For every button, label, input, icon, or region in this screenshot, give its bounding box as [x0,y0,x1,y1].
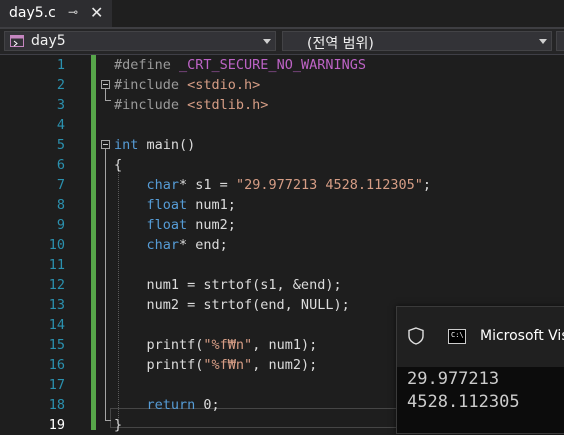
code-token: main() [138,137,196,153]
code-token: num1; [187,197,236,213]
line-number: 10 [48,237,65,253]
pin-icon[interactable]: ⊸ [68,5,78,19]
line-number: 1 [56,57,65,73]
line-number: 19 [48,417,65,433]
code-token: printf( [114,357,204,373]
code-line: printf("%f₩n", num2); [114,355,318,375]
code-token: 0; [195,397,220,413]
console-output-line: 4528.112305 [407,392,520,412]
code-token: } [114,417,123,433]
code-line: #define _CRT_SECURE_NO_WARNINGS [114,55,366,75]
scope-dropdown[interactable]: (전역 범위) [282,31,552,52]
code-line: float num2; [114,215,236,235]
code-token: ; [422,177,432,193]
code-token: "%f₩n" [203,357,253,373]
tab-day5-c[interactable]: day5.c ⊸ ✕ [0,0,112,28]
line-number: 6 [56,157,65,173]
navigation-bar: day5 (전역 범위) [0,29,564,55]
line-number: 15 [48,337,65,353]
line-number: 12 [48,277,65,293]
collapse-icon[interactable] [101,80,110,89]
line-number: 18 [48,397,65,413]
code-line: #include <stdio.h> [114,75,260,95]
code-token: float [146,197,188,213]
line-number: 5 [56,137,65,153]
code-token: #include [114,97,188,113]
project-icon [10,35,24,47]
outline-line [105,149,106,420]
outline-end [105,420,111,421]
code-line: char* s1 = "29.977213 4528.112305"; [114,175,432,195]
code-line: } [114,415,122,435]
line-number: 7 [56,177,65,193]
code-line: #include <stdlib.h> [114,95,268,115]
code-token: printf( [114,337,204,353]
code-line: float num1; [114,195,236,215]
line-number: 2 [56,77,65,93]
project-name: day5 [31,33,66,49]
code-token: , num2); [252,357,318,373]
code-line: return 0; [114,395,220,415]
code-token: #include [114,77,188,93]
code-token: <stdlib.h> [187,97,269,113]
chevron-down-icon [539,39,547,44]
document-tab-strip: day5.c ⊸ ✕ [0,0,564,29]
code-line: num1 = strtof(s1, &end); [114,275,342,295]
code-token: , num1); [252,337,318,353]
close-icon[interactable]: ✕ [90,3,103,22]
code-token: num1 = strtof(s1, &end); [114,277,342,293]
code-token: "%f₩n" [203,337,253,353]
line-number: 17 [48,377,65,393]
console-title: Microsoft Vis [480,328,564,344]
scope-label: (전역 범위) [307,36,374,52]
debug-console-window[interactable]: C:\ Microsoft Vis 29.977213 4528.112305 [396,306,564,434]
code-line: num2 = strtof(end, NULL); [114,295,350,315]
code-line: printf("%f₩n", num1); [114,335,318,355]
code-token: char [146,237,180,253]
shield-icon [408,327,424,345]
line-number: 13 [48,297,65,313]
console-title-bar[interactable]: C:\ Microsoft Vis [397,307,564,367]
chevron-down-icon [263,39,271,44]
project-dropdown[interactable]: day5 [4,31,276,51]
line-number: 16 [48,357,65,373]
code-token: #define [114,57,180,73]
code-token: char [146,177,180,193]
code-token: * s1 = [179,177,236,193]
terminal-icon-label: C:\ [451,331,464,339]
code-token: <stdio.h> [187,77,261,93]
line-number: 9 [56,217,65,233]
line-number: 11 [48,257,65,273]
outline-end [105,100,111,101]
line-number: 3 [56,97,65,113]
code-line: { [114,155,122,175]
change-tracking-bar [91,55,96,430]
code-token: _CRT_SECURE_NO_WARNINGS [179,57,366,73]
member-dropdown[interactable] [556,31,564,51]
line-number: 4 [56,117,65,133]
line-number: 8 [56,197,65,213]
code-token: "29.977213 4528.112305" [235,177,423,193]
terminal-icon: C:\ [448,329,466,344]
outline-line [105,89,106,100]
code-token: float [146,217,188,233]
tab-title: day5.c [9,5,56,21]
code-token: return [146,397,196,413]
code-line: char* end; [114,235,228,255]
line-number: 14 [48,317,65,333]
console-output-line: 29.977213 [407,369,500,389]
code-token: int [114,137,139,153]
collapse-icon[interactable] [101,140,110,149]
code-token: * end; [179,237,228,253]
code-line: int main() [114,135,195,155]
code-token: num2; [187,217,236,233]
code-token: { [114,157,123,173]
code-token: num2 = strtof(end, NULL); [114,297,350,313]
